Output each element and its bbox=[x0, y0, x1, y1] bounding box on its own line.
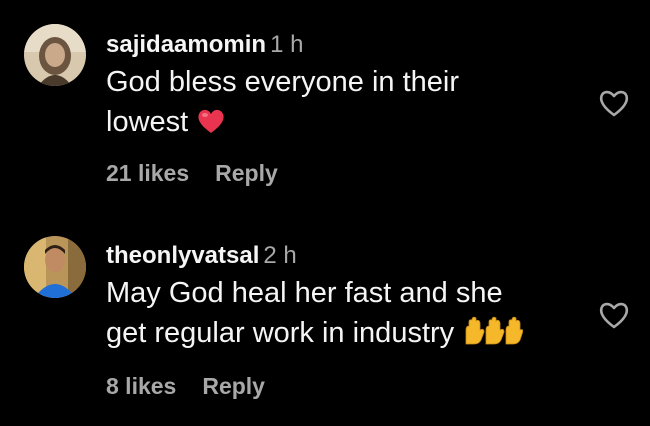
comment-text: God bless everyone in their lowest bbox=[106, 62, 586, 146]
likes-count[interactable]: 21 likes bbox=[106, 160, 189, 187]
comment-header: sajidaamomin 1 h bbox=[106, 30, 586, 60]
comment-text: May God heal her fast and she get regula… bbox=[106, 273, 586, 357]
like-heart-icon[interactable] bbox=[597, 86, 631, 120]
comment-meta: 8 likes Reply bbox=[106, 373, 265, 400]
comment-text-line: lowest bbox=[106, 106, 189, 138]
comment-text-line: God bless everyone in their bbox=[106, 66, 460, 98]
avatar[interactable] bbox=[24, 236, 86, 298]
like-heart-icon[interactable] bbox=[597, 298, 631, 332]
raising-hands-icon bbox=[462, 316, 524, 357]
username[interactable]: sajidaamomin bbox=[106, 31, 266, 58]
username[interactable]: theonlyvatsal bbox=[106, 242, 259, 269]
avatar[interactable] bbox=[24, 24, 86, 86]
reply-button[interactable]: Reply bbox=[202, 373, 265, 400]
comment-text-line: May God heal her fast and she bbox=[106, 277, 503, 309]
timestamp: 2 h bbox=[263, 242, 297, 269]
comment-header: theonlyvatsal 2 h bbox=[106, 241, 586, 271]
red-heart-icon bbox=[196, 106, 226, 146]
comment-text-line: get regular work in industry bbox=[106, 317, 455, 349]
likes-count[interactable]: 8 likes bbox=[106, 373, 176, 400]
reply-button[interactable]: Reply bbox=[215, 160, 278, 187]
comment-meta: 21 likes Reply bbox=[106, 160, 278, 187]
timestamp: 1 h bbox=[270, 31, 304, 58]
